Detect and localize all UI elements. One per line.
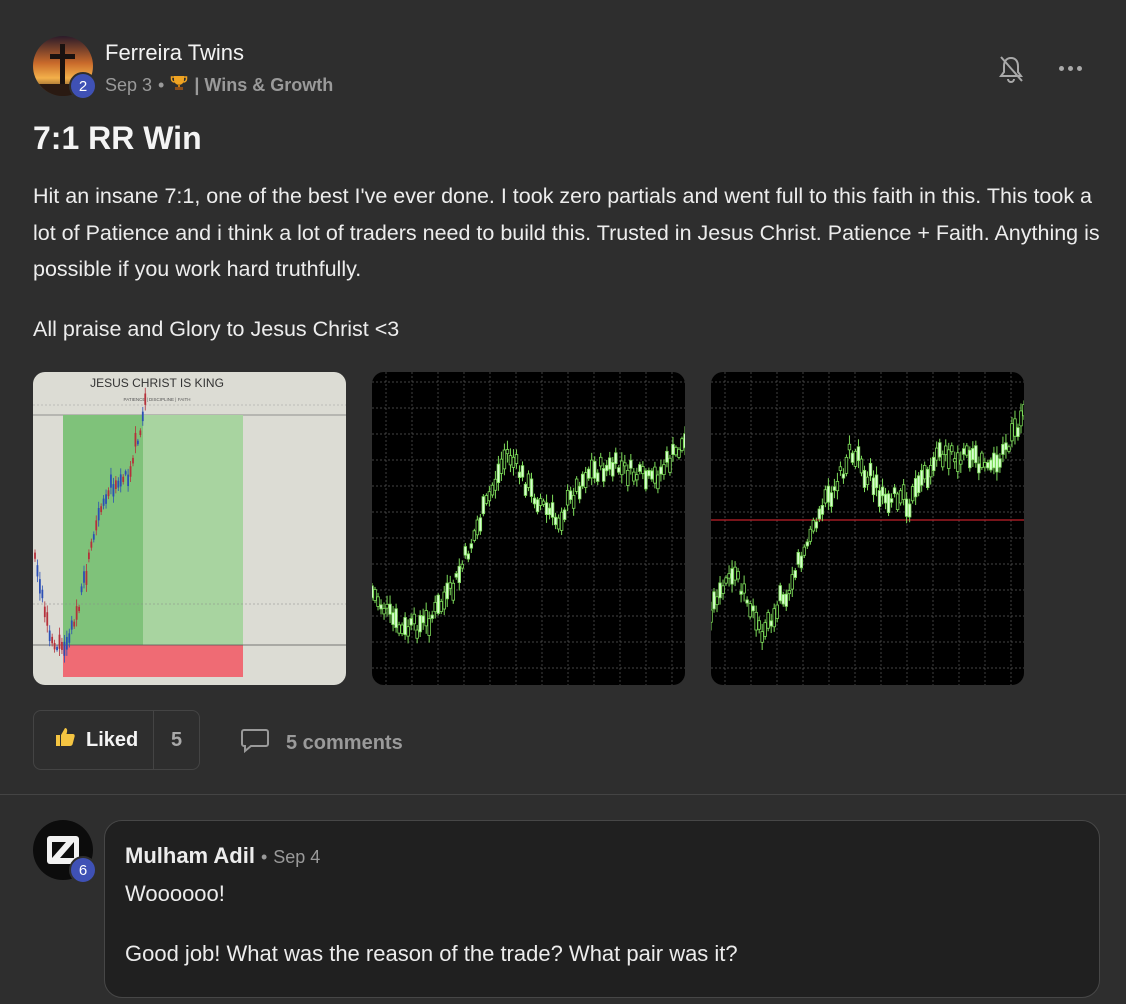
- post-card: 2 Ferreira Twins Sep 3 • | Wins & Growth…: [0, 0, 1126, 795]
- bell-muted-icon[interactable]: [997, 54, 1025, 84]
- post-category[interactable]: | Wins & Growth: [194, 75, 333, 96]
- comments-link[interactable]: 5 comments: [240, 727, 403, 759]
- post-meta: Sep 3 • | Wins & Growth: [105, 74, 333, 97]
- attachment-candlestick-chart-2[interactable]: [711, 372, 1024, 685]
- post-body-closing: All praise and Glory to Jesus Christ <3: [33, 317, 400, 341]
- author-name[interactable]: Ferreira Twins: [105, 40, 244, 66]
- comment-bubble: Mulham Adil • Sep 4 Woooooo! Good job! W…: [104, 820, 1100, 998]
- comment-text-line-1: Woooooo!: [125, 881, 225, 906]
- commenter-name[interactable]: Mulham Adil: [125, 843, 255, 869]
- like-button[interactable]: Liked: [34, 711, 154, 769]
- post-body: Hit an insane 7:1, one of the best I've …: [33, 184, 1100, 281]
- attachment-candlestick-chart-1[interactable]: [372, 372, 685, 685]
- meta-separator: •: [158, 75, 165, 95]
- like-count[interactable]: 5: [154, 711, 199, 769]
- comment-separator: •: [260, 847, 268, 867]
- post-date[interactable]: Sep 3: [105, 75, 152, 96]
- like-label: Liked: [86, 728, 139, 751]
- trophy-icon: [170, 74, 188, 97]
- comment-icon: [240, 727, 270, 759]
- comments-count-label: 5 comments: [286, 731, 403, 754]
- commenter-level-badge: 6: [69, 856, 97, 884]
- chart-title: JESUS CHRIST IS KING: [90, 376, 224, 390]
- attachment-trade-chart[interactable]: JESUS CHRIST IS KING PATIENCE | DISCIPLI…: [33, 372, 346, 685]
- thumbs-up-icon: [54, 726, 76, 754]
- comment-header: Mulham Adil • Sep 4: [125, 843, 320, 869]
- like-group: Liked 5: [33, 710, 200, 770]
- comment-text-line-2: Good job! What was the reason of the tra…: [125, 941, 738, 966]
- chart-subtitle: PATIENCE | DISCIPLINE | FAITH: [124, 397, 191, 402]
- more-icon[interactable]: [1054, 56, 1086, 80]
- post-title: 7:1 RR Win: [33, 120, 202, 156]
- comment-date[interactable]: Sep 4: [273, 847, 320, 868]
- divider: [0, 794, 1126, 795]
- author-level-badge: 2: [69, 72, 97, 100]
